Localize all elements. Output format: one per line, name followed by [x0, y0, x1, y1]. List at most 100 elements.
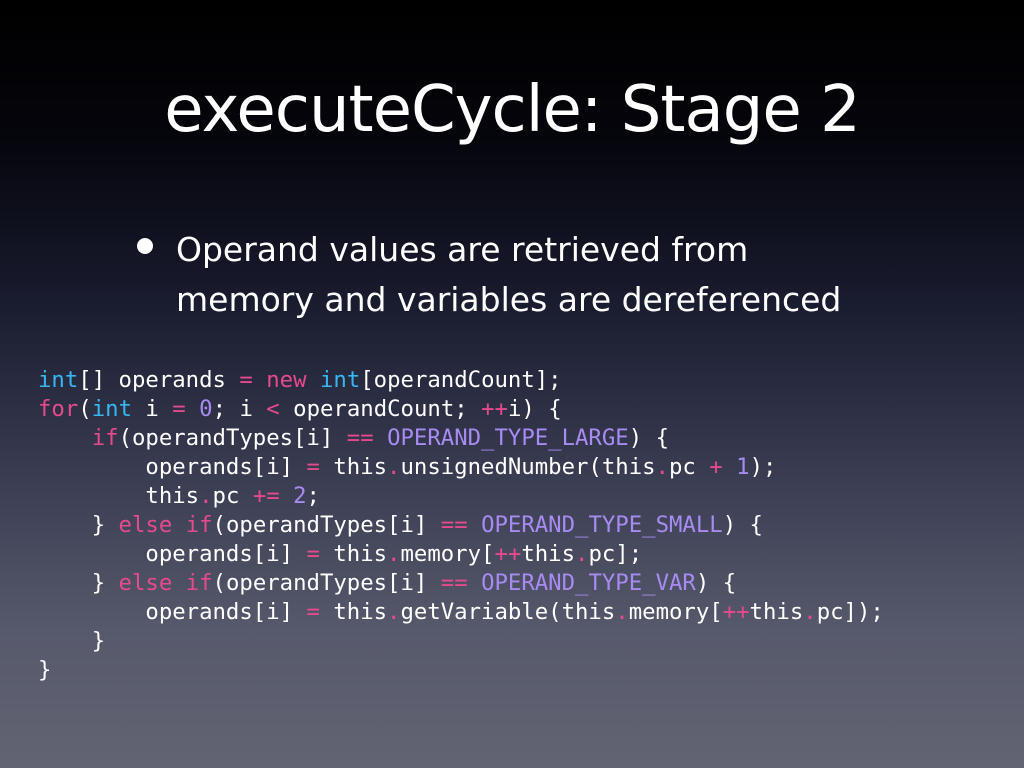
code-line: operands[i] = this.getVariable(this.memo…: [38, 598, 884, 627]
bullet-item: Operand values are retrieved from memory…: [134, 225, 954, 325]
code-line: int[] operands = new int[operandCount];: [38, 366, 884, 395]
code-constant-token: OPERAND_TYPE_LARGE: [387, 425, 629, 451]
code-operator-token: .: [615, 599, 629, 625]
code-operator-token: ++: [481, 396, 508, 422]
code-operator-token: .: [387, 454, 401, 480]
code-operator-token: =: [306, 454, 320, 480]
code-keyword-token: else: [118, 570, 173, 596]
bullet-line: Operand values are retrieved from: [176, 230, 749, 269]
code-line: if(operandTypes[i] == OPERAND_TYPE_LARGE…: [38, 424, 884, 453]
code-operator-token: <: [266, 396, 280, 422]
code-operator-token: ++: [494, 541, 522, 567]
code-text-token: operandCount;: [279, 396, 482, 422]
code-keyword-token: if: [185, 512, 213, 538]
code-text-token: ) {: [628, 425, 669, 451]
code-text-token: ;: [306, 483, 320, 509]
code-operator-token: =: [239, 367, 253, 393]
code-text-token: operands[i]: [38, 541, 307, 567]
code-operator-token: .: [803, 599, 817, 625]
code-text-token: this: [749, 599, 804, 625]
code-text-token: pc: [212, 483, 253, 509]
code-keyword-token: if: [91, 425, 119, 451]
code-text-token: operands[i]: [38, 454, 307, 480]
code-text-token: );: [749, 454, 777, 480]
code-text-token: pc: [668, 454, 710, 480]
code-line: } else if(operandTypes[i] == OPERAND_TYP…: [38, 569, 884, 598]
code-text-token: i: [132, 396, 173, 422]
code-operator-token: +=: [252, 483, 280, 509]
code-text-token: [] operands: [78, 367, 240, 393]
code-keyword-token: else: [118, 512, 173, 538]
code-text-token: (operandTypes[i]: [212, 570, 441, 596]
code-line: operands[i] = this.unsignedNumber(this.p…: [38, 453, 884, 482]
code-number-token: 0: [199, 396, 213, 422]
code-operator-token: .: [199, 483, 213, 509]
code-line: } else if(operandTypes[i] == OPERAND_TYP…: [38, 511, 884, 540]
code-text-token: memory[: [400, 541, 495, 567]
code-line: }: [38, 627, 884, 656]
code-operator-token: =: [306, 599, 320, 625]
code-text-token: pc];: [588, 541, 643, 567]
code-operator-token: ==: [440, 570, 468, 596]
code-operator-token: ++: [722, 599, 750, 625]
code-number-token: 1: [736, 454, 750, 480]
code-constant-token: OPERAND_TYPE_VAR: [481, 570, 696, 596]
code-text-token: }: [38, 628, 106, 654]
code-text-token: this: [38, 483, 200, 509]
code-operator-token: ==: [346, 425, 374, 451]
code-operator-token: .: [387, 599, 401, 625]
code-text-token: [operandCount];: [360, 367, 562, 393]
code-operator-token: .: [575, 541, 589, 567]
code-text-token: memory[: [628, 599, 723, 625]
code-text-token: this: [319, 541, 388, 567]
bullet-dot-icon: [137, 238, 153, 254]
code-text-token: i) {: [507, 396, 562, 422]
code-operator-token: .: [387, 541, 401, 567]
code-text-token: (operandTypes[i]: [212, 512, 441, 538]
code-line: }: [38, 656, 884, 685]
code-line: for(int i = 0; i < operandCount; ++i) {: [38, 395, 884, 424]
code-text-token: }: [38, 570, 119, 596]
code-text-token: pc]);: [816, 599, 884, 625]
code-keyword-token: new: [266, 367, 307, 393]
code-text-token: this: [319, 454, 388, 480]
code-text-token: this: [521, 541, 576, 567]
code-number-token: 2: [293, 483, 307, 509]
code-text-token: ; i: [212, 396, 267, 422]
code-keyword-token: for: [38, 396, 79, 422]
code-text-token: }: [38, 657, 52, 683]
code-text-token: ) {: [722, 512, 763, 538]
code-text-token: this: [319, 599, 388, 625]
code-operator-token: ==: [440, 512, 468, 538]
code-text-token: getVariable(this: [400, 599, 616, 625]
slide-title: executeCycle: Stage 2: [164, 73, 861, 147]
code-constant-token: OPERAND_TYPE_SMALL: [481, 512, 723, 538]
code-line: this.pc += 2;: [38, 482, 884, 511]
code-text-token: (: [78, 396, 92, 422]
code-type-token: int: [91, 396, 132, 422]
code-line: operands[i] = this.memory[++this.pc];: [38, 540, 884, 569]
code-operator-token: =: [172, 396, 186, 422]
code-text-token: operands[i]: [38, 599, 307, 625]
code-text-token: }: [38, 512, 119, 538]
code-text-token: unsignedNumber(this: [400, 454, 656, 480]
code-text-token: ) {: [695, 570, 737, 596]
code-keyword-token: if: [185, 570, 213, 596]
code-operator-token: .: [655, 454, 669, 480]
bullet-list: Operand values are retrieved from memory…: [134, 225, 954, 325]
code-block: int[] operands = new int[operandCount]; f…: [38, 366, 884, 685]
code-text-token: (operandTypes[i]: [118, 425, 347, 451]
code-type-token: int: [38, 367, 79, 393]
code-type-token: int: [319, 367, 361, 393]
code-operator-token: =: [306, 541, 320, 567]
